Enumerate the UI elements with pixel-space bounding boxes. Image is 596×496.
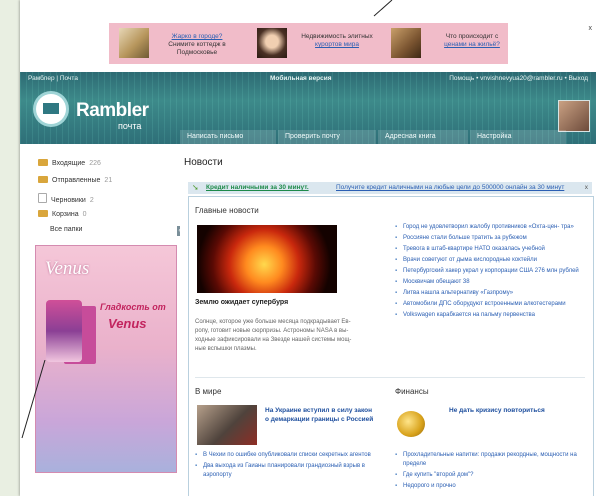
ad-elite-resorts[interactable]: Недвижимость элитных курортов мира	[249, 26, 379, 61]
ad-housing-prices-link[interactable]: ценами на жильё?	[444, 41, 500, 48]
main-news-heading: Главные новости	[195, 206, 259, 215]
folder-trash[interactable]: Корзина 0	[38, 210, 87, 220]
headline-item[interactable]: Россияне стали больше тратить за рубежом	[395, 234, 589, 243]
account-links[interactable]: Помощь • vnvishnevyua20@rambler.ru • Вых…	[449, 75, 588, 82]
ad-banner-area: Жарко в городе? Снимите коттедж в Подмос…	[20, 0, 596, 72]
mail-toolbar: Написать письмо Проверить почту Адресная…	[180, 130, 580, 144]
list-item[interactable]: Два выхода из Гаианы планировали грандио…	[195, 462, 380, 480]
ad-cottage-link[interactable]: Жарко в городе?	[172, 33, 223, 40]
pointer-line-left	[21, 360, 46, 439]
ad-elite-resorts-link[interactable]: курортов мира	[315, 41, 359, 48]
razor-product-image	[46, 300, 82, 362]
coins-image[interactable]	[397, 411, 425, 437]
logo-subtitle: почта	[118, 121, 142, 131]
arrow-icon: ➘	[192, 183, 199, 192]
all-folders-link[interactable]: Все папки	[50, 226, 82, 233]
folder-icon	[38, 176, 48, 183]
headline-item[interactable]: Петербургский хакер украл у корпорации С…	[395, 267, 589, 276]
finance-headline[interactable]: Не дать кризису повториться	[449, 407, 545, 414]
folder-icon	[38, 159, 48, 166]
header-topline: Рамблер | Почта Мобильная версия Помощь …	[20, 72, 596, 86]
header-breadcrumb[interactable]: Рамблер | Почта	[28, 75, 78, 82]
ad-housing-prices-image	[391, 28, 421, 58]
finance-news-list: Прохладительные напитки: продажи рекордн…	[395, 451, 585, 493]
envelope-icon	[43, 103, 59, 114]
mobile-version-link[interactable]: Мобильная версия	[270, 75, 332, 82]
avatar[interactable]	[558, 100, 590, 132]
headline-item[interactable]: Volkswagen карабкается на пальму первенс…	[395, 311, 589, 320]
folder-count: 0	[82, 211, 87, 218]
credit-link[interactable]: Получите кредит наличными на любые цели …	[336, 182, 564, 194]
headline-list: Город не удовлетворил жалобу противников…	[395, 223, 589, 322]
headline-item[interactable]: Литва нашла альтернативу «Газпрому»	[395, 289, 589, 298]
headline-item[interactable]: Тревога в штаб-квартире НАТО оказалась у…	[395, 245, 589, 254]
check-mail-button[interactable]: Проверить почту	[278, 130, 376, 144]
main-content: Новости ➘ Кредит наличными за 30 минут. …	[180, 144, 596, 496]
headline-item[interactable]: Москвичам обещают 38	[395, 278, 589, 287]
pointer-line-top	[373, 0, 393, 17]
folder-count: 2	[89, 197, 94, 204]
settings-button[interactable]: Настройка	[470, 130, 566, 144]
sidebar: Входящие 226 Отправленные 21 Черновики 2 Ко…	[20, 144, 180, 496]
ad-housing-prices[interactable]: Что происходит с ценами на жильё?	[385, 26, 505, 61]
list-item[interactable]: Недорого и прочно	[395, 482, 585, 491]
credit-headline[interactable]: Кредит наличными за 30 минут.	[206, 182, 309, 194]
logo-text[interactable]: Rambler	[76, 100, 149, 122]
folder-count: 226	[89, 160, 101, 167]
headline-item[interactable]: Город не удовлетворил жалобу противников…	[395, 223, 589, 232]
finance-section-heading: Финансы	[395, 387, 429, 396]
ad-cottage-text: Снимите коттедж в Подмосковье	[168, 41, 226, 56]
ad-elite-resorts-image	[257, 28, 287, 58]
page-title: Новости	[184, 157, 223, 168]
ad-cottage[interactable]: Жарко в городе? Снимите коттедж в Подмос…	[113, 26, 243, 61]
rambler-logo-icon[interactable]	[36, 94, 66, 124]
folder-sent[interactable]: Отправленные 21	[38, 176, 112, 186]
lead-story-text: Солнце, которое уже больше месяца подкра…	[195, 319, 352, 352]
ad-close-icon[interactable]: x	[589, 25, 593, 32]
ad-elite-resorts-text: Недвижимость элитных	[301, 33, 373, 40]
list-item[interactable]: В Чехии по ошибке опубликовали списки се…	[195, 451, 380, 460]
folder-inbox[interactable]: Входящие 226	[38, 159, 101, 169]
headline-item[interactable]: Автомобили ДПС оборудуют встроенными алк…	[395, 300, 589, 309]
venus-slogan-line1: Гладкость от	[100, 302, 166, 312]
close-icon[interactable]: x	[585, 182, 588, 194]
compose-button[interactable]: Написать письмо	[180, 130, 276, 144]
section-divider	[195, 377, 585, 378]
lead-story-headline[interactable]: Землю ожидает супербуря	[195, 299, 288, 306]
world-news-list: В Чехии по ошибке опубликовали списки се…	[195, 451, 380, 482]
credit-ad-bar[interactable]: ➘ Кредит наличными за 30 минут. Получите…	[188, 182, 592, 194]
news-panel: Главные новости Землю ожидает супербуря …	[188, 196, 594, 496]
screenshot-frame: Жарко в городе? Снимите коттедж в Подмос…	[20, 0, 596, 496]
folder-drafts[interactable]: Черновики 2	[38, 193, 94, 204]
venus-ad[interactable]: Venus Гладкость от Venus	[35, 245, 177, 473]
world-section-heading: В мире	[195, 387, 222, 396]
venus-brand: Venus	[45, 258, 90, 279]
ad-banner[interactable]: Жарко в городе? Снимите коттедж в Подмос…	[109, 23, 508, 64]
list-item[interactable]: Прохладительные напитки: продажи рекордн…	[395, 451, 585, 469]
list-item[interactable]: Где купить "второй дом"?	[395, 471, 585, 480]
venus-slogan-line2: Venus	[108, 316, 147, 331]
draft-icon	[38, 193, 47, 203]
world-news-image[interactable]	[197, 405, 257, 445]
world-headline[interactable]: На Украине вступил в силу закон о демарк…	[265, 406, 375, 424]
trash-icon	[38, 210, 48, 217]
sun-flare-image[interactable]	[197, 225, 337, 293]
address-book-button[interactable]: Адресная книга	[378, 130, 468, 144]
mail-header: Рамблер | Почта Мобильная версия Помощь …	[20, 72, 596, 144]
ad-housing-prices-text: Что происходит с	[445, 33, 499, 40]
ad-cottage-image	[119, 28, 149, 58]
folder-count: 21	[104, 177, 113, 184]
headline-item[interactable]: Врачи советуют от дыма кислородные кокте…	[395, 256, 589, 265]
